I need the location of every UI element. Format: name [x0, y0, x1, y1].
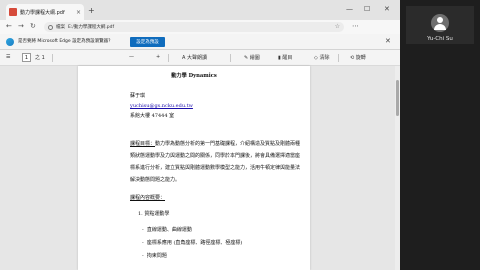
- goal-line-3: 標系進行分析，建立質點與剛體運動數學模型之能力，活用牛頓定律與能量法: [130, 165, 301, 171]
- forward-button[interactable]: →: [18, 22, 24, 30]
- avatar: [431, 14, 449, 32]
- read-aloud-button[interactable]: A 大聲朗讀: [182, 54, 207, 61]
- pdf-viewport[interactable]: 動力學 Dynamics 蘇于琪 yuchisu@gs.ncku.edu.tw …: [0, 66, 400, 270]
- highlight-label: 醒目: [282, 55, 293, 61]
- teacher-name: 蘇于琪: [130, 93, 146, 99]
- pen-icon: ✎: [244, 55, 249, 61]
- draw-button[interactable]: ✎ 繪圖: [244, 54, 260, 61]
- url-field[interactable]: 檔案 E:/動力學課程大綱.pdf ☆: [44, 22, 344, 32]
- draw-label: 繪圖: [249, 55, 260, 61]
- list-item-text: 直線運動、曲線運動: [146, 227, 192, 233]
- page-total: 之 1: [35, 55, 45, 61]
- favorite-star-icon[interactable]: ☆: [335, 23, 340, 30]
- infobar-close-icon[interactable]: ✕: [385, 37, 391, 45]
- rotate-icon: ⟲: [350, 55, 355, 61]
- goal-line-1: 課程目標：動力學為動態分析的第一門基礎課程，介紹構造及質點及剛體兩種: [130, 142, 300, 147]
- goal-line-2: 類狀態運動學及力與運動之間的關係，同學於本門課後，將會具備選擇適當座: [130, 153, 301, 159]
- tab-title: 動力學課程大綱.pdf: [20, 9, 65, 16]
- list-item: - 拘束問題: [142, 254, 167, 259]
- set-default-button[interactable]: 設定為預設: [130, 37, 165, 47]
- toolbar-divider: [338, 54, 339, 62]
- list-item: - 座標系應用 (直角座標、路徑座標、極座標): [142, 241, 242, 246]
- edge-logo-icon: [6, 38, 14, 46]
- default-browser-infobar: 是否要將 Microsoft Edge 設定為預設瀏覽器？ 設定為預設 ✕: [0, 34, 400, 50]
- new-tab-button[interactable]: +: [88, 6, 95, 15]
- content-heading: 課程內容概要：: [130, 195, 166, 201]
- teacher-email-link[interactable]: yuchisu@gs.ncku.edu.tw: [130, 104, 193, 109]
- zoom-out-button[interactable]: —: [129, 54, 134, 60]
- rotate-button[interactable]: ⟲ 旋轉: [350, 54, 366, 61]
- back-button[interactable]: ←: [6, 22, 12, 30]
- list-item-text: 拘束問題: [146, 253, 167, 259]
- goal-text-1: 動力學為動態分析的第一門基礎課程，介紹構造及質點及剛體兩種: [155, 141, 301, 147]
- pdf-page: 動力學 Dynamics 蘇于琪 yuchisu@gs.ncku.edu.tw …: [78, 66, 310, 270]
- office-location: 系館大樓 47444 室: [130, 113, 175, 119]
- zoom-in-button[interactable]: +: [156, 54, 160, 60]
- browser-window: 動力學課程大綱.pdf × + — ☐ ✕ ← → ↻ 檔案 E:/動力學課程大…: [0, 0, 400, 270]
- section-heading: 1. 質點運動學: [138, 211, 170, 217]
- minimize-button[interactable]: —: [346, 5, 353, 13]
- infobar-message: 是否要將 Microsoft Edge 設定為預設瀏覽器？: [18, 39, 113, 44]
- url-text: E:/動力學課程大綱.pdf: [68, 25, 115, 30]
- toolbar-divider: [168, 54, 169, 62]
- page-number-input[interactable]: 1: [22, 53, 31, 62]
- scrollbar-thumb[interactable]: [396, 80, 399, 116]
- participant-name: Yu-Chi Su: [427, 36, 453, 42]
- tab-pdf[interactable]: 動力學課程大綱.pdf ×: [6, 4, 84, 20]
- eraser-icon: ◇: [314, 55, 318, 61]
- document-title: 動力學 Dynamics: [171, 73, 217, 79]
- tab-close-icon[interactable]: ×: [76, 9, 81, 16]
- goal-line-4: 解決動態問題之能力。: [130, 177, 181, 183]
- goal-heading: 課程目標：: [130, 141, 156, 147]
- highlighter-icon: ▮: [278, 55, 281, 61]
- list-item-text: 座標系應用 (直角座標、路徑座標、極座標): [146, 240, 243, 246]
- address-bar: ← → ↻ 檔案 E:/動力學課程大綱.pdf ☆ ⋯: [0, 20, 400, 34]
- maximize-button[interactable]: ☐: [364, 5, 370, 13]
- info-icon: [48, 24, 53, 30]
- list-item: - 直線運動、曲線運動: [142, 228, 192, 233]
- browser-menu-button[interactable]: ⋯: [352, 22, 359, 30]
- toolbar-divider: [52, 54, 53, 62]
- highlight-button[interactable]: ▮ 醒目: [278, 54, 292, 61]
- erase-button[interactable]: ◇ 清除: [314, 54, 329, 61]
- tab-bar: 動力學課程大綱.pdf × + — ☐ ✕: [0, 0, 400, 20]
- refresh-button[interactable]: ↻: [30, 22, 36, 30]
- toolbar-divider: [230, 54, 231, 62]
- read-aloud-icon: A: [182, 55, 186, 61]
- contents-menu-icon[interactable]: ☰: [6, 54, 10, 60]
- site-label: 檔案: [56, 25, 65, 30]
- close-window-button[interactable]: ✕: [384, 5, 390, 13]
- pdf-toolbar: ☰ 1 之 1 — + A 大聲朗讀 ✎ 繪圖 ▮ 醒目 ◇ 清除 ⟲ 旋轉: [0, 50, 400, 66]
- participant-tile[interactable]: Yu-Chi Su: [406, 6, 474, 44]
- pdf-icon: [9, 8, 17, 16]
- read-aloud-label: 大聲朗讀: [187, 55, 208, 61]
- rotate-label: 旋轉: [355, 55, 366, 61]
- participant-panel: Yu-Chi Su: [400, 0, 480, 270]
- erase-label: 清除: [319, 55, 330, 61]
